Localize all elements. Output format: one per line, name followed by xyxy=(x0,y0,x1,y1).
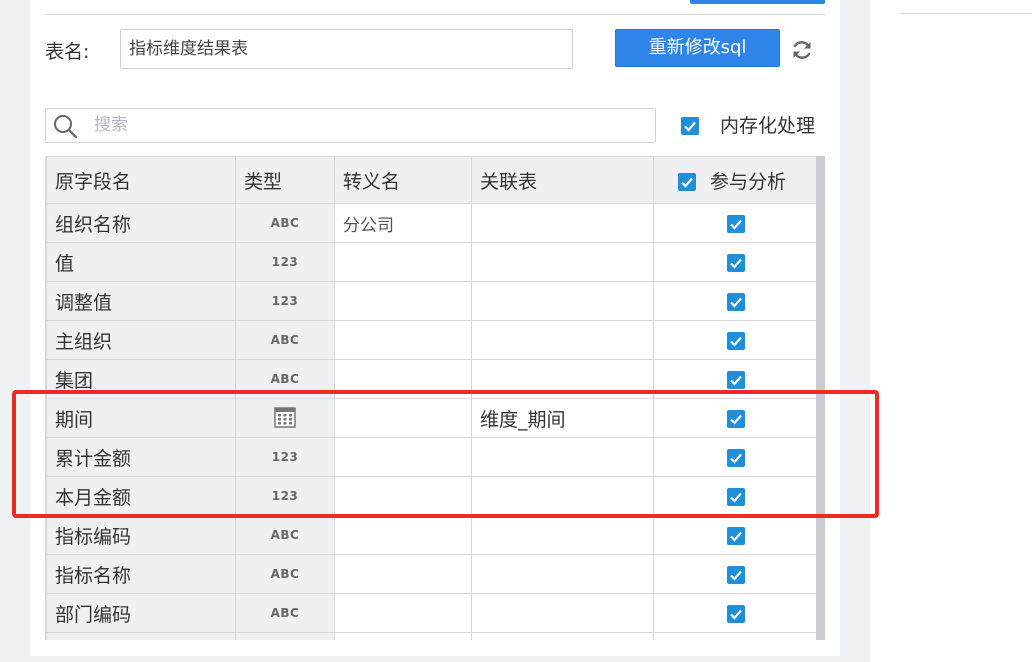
field-name-cell: 主组织 xyxy=(46,320,236,360)
check-icon xyxy=(729,297,742,308)
related-table-cell[interactable] xyxy=(471,515,654,555)
participate-cell xyxy=(653,593,818,633)
memory-checkbox[interactable] xyxy=(681,117,699,135)
check-icon xyxy=(681,177,693,188)
type-cell[interactable]: 123 xyxy=(235,281,335,321)
field-name-cell: 值 xyxy=(46,242,236,282)
search-icon xyxy=(54,115,78,139)
participate-checkbox[interactable] xyxy=(726,604,745,623)
related-table-cell[interactable] xyxy=(471,281,654,321)
alias-cell[interactable] xyxy=(334,593,472,633)
header-participate-label: 参与分析 xyxy=(710,170,787,193)
check-icon xyxy=(729,258,742,269)
alias-cell[interactable] xyxy=(334,320,472,360)
header-alias: 转义名 xyxy=(334,156,472,204)
participate-cell xyxy=(653,281,818,321)
participate-cell xyxy=(653,515,818,555)
alias-cell[interactable]: 分公司 xyxy=(334,203,472,243)
field-name-cell xyxy=(46,632,236,640)
table-row: 指标名称 ABC xyxy=(46,554,818,594)
refresh-icon[interactable] xyxy=(790,38,814,62)
participate-checkbox[interactable] xyxy=(726,214,745,233)
field-name-cell: 部门编码 xyxy=(46,593,236,633)
participate-cell xyxy=(653,242,818,282)
check-icon xyxy=(729,336,742,347)
alias-cell[interactable] xyxy=(334,515,472,555)
table-name-input[interactable]: 指标维度结果表 xyxy=(120,29,573,69)
type-cell[interactable]: 123 xyxy=(235,242,335,282)
participate-cell xyxy=(653,203,818,243)
related-table-cell[interactable] xyxy=(471,554,654,594)
field-name-cell: 指标编码 xyxy=(46,515,236,555)
alias-cell[interactable] xyxy=(334,242,472,282)
participate-checkbox[interactable] xyxy=(726,370,745,389)
top-button-edge[interactable] xyxy=(690,0,825,4)
check-icon xyxy=(684,121,696,132)
table-name-label: 表名: xyxy=(45,41,90,63)
search-placeholder: 搜索 xyxy=(94,115,128,135)
participate-cell xyxy=(653,632,818,640)
participate-checkbox[interactable] xyxy=(726,526,745,545)
alias-cell[interactable] xyxy=(334,632,472,640)
re-edit-sql-button[interactable]: 重新修改sql xyxy=(615,29,780,67)
participate-checkbox[interactable] xyxy=(726,331,745,350)
highlight-box xyxy=(12,390,879,518)
participate-cell xyxy=(653,320,818,360)
alias-cell[interactable] xyxy=(334,281,472,321)
memory-label: 内存化处理 xyxy=(720,115,816,137)
type-cell[interactable]: ABC xyxy=(235,320,335,360)
related-table-cell[interactable] xyxy=(471,593,654,633)
header-type: 类型 xyxy=(235,156,335,204)
check-icon xyxy=(729,219,742,230)
alias-cell[interactable] xyxy=(334,554,472,594)
search-input[interactable]: 搜索 xyxy=(45,108,656,143)
header-related-table: 关联表 xyxy=(471,156,654,204)
check-icon xyxy=(729,570,742,581)
related-table-cell[interactable] xyxy=(471,320,654,360)
type-cell[interactable] xyxy=(235,632,335,640)
check-icon xyxy=(729,375,742,386)
check-icon xyxy=(729,531,742,542)
right-panel xyxy=(870,0,1032,662)
related-table-cell[interactable] xyxy=(471,203,654,243)
divider xyxy=(45,14,825,15)
table-row: 指标编码 ABC xyxy=(46,515,818,555)
header-participate: 参与分析 xyxy=(653,156,818,204)
participate-checkbox[interactable] xyxy=(726,565,745,584)
table-row: 组织名称 ABC 分公司 xyxy=(46,203,818,243)
type-cell[interactable]: ABC xyxy=(235,554,335,594)
check-icon xyxy=(729,609,742,620)
divider xyxy=(900,13,1032,14)
select-all-checkbox[interactable] xyxy=(678,173,696,191)
header-original-field: 原字段名 xyxy=(46,156,236,204)
type-cell[interactable]: ABC xyxy=(235,593,335,633)
table-row xyxy=(46,632,818,640)
participate-checkbox[interactable] xyxy=(726,292,745,311)
participate-checkbox[interactable] xyxy=(726,253,745,272)
type-cell[interactable]: ABC xyxy=(235,203,335,243)
table-header-row: 原字段名 类型 转义名 关联表 参与分析 xyxy=(46,156,818,204)
participate-cell xyxy=(653,554,818,594)
field-name-cell: 指标名称 xyxy=(46,554,236,594)
related-table-cell[interactable] xyxy=(471,242,654,282)
table-row: 值 123 xyxy=(46,242,818,282)
related-table-cell[interactable] xyxy=(471,632,654,640)
table-row: 调整值 123 xyxy=(46,281,818,321)
type-cell[interactable]: ABC xyxy=(235,515,335,555)
table-row: 主组织 ABC xyxy=(46,320,818,360)
field-name-cell: 调整值 xyxy=(46,281,236,321)
table-row: 部门编码 ABC xyxy=(46,593,818,633)
field-config-panel: 表名: 指标维度结果表 重新修改sql 搜索 内存化处理 原字段名 类型 转义名 xyxy=(30,0,840,656)
field-name-cell: 组织名称 xyxy=(46,203,236,243)
